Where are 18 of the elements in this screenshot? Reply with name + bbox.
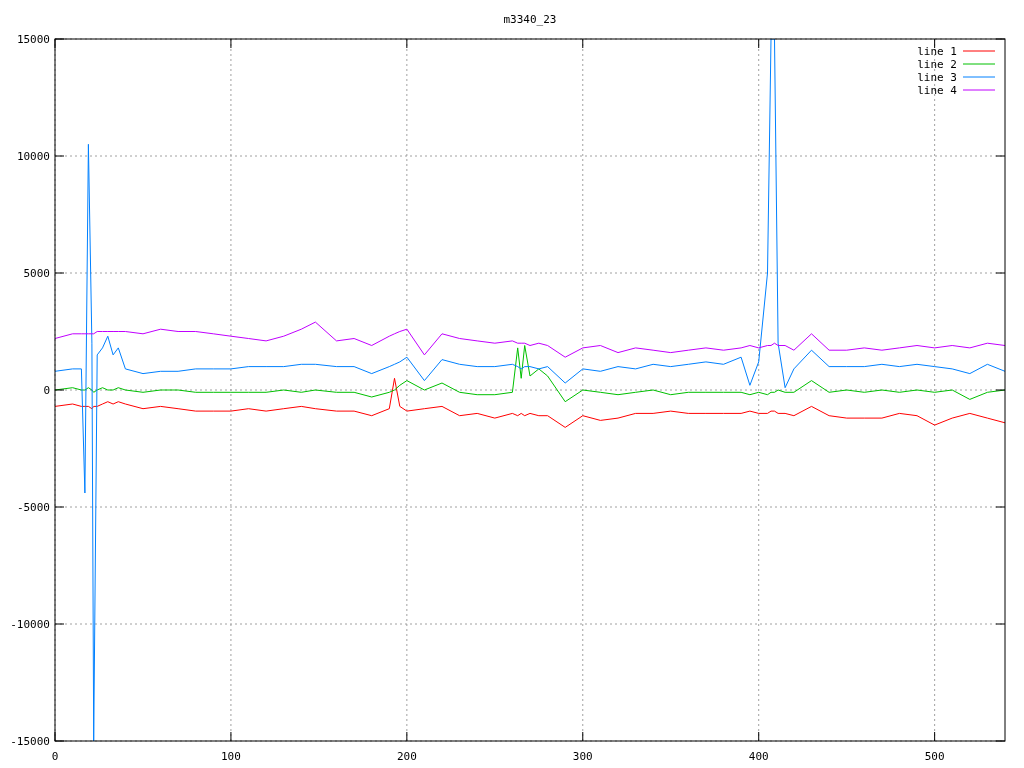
- y-tick-label: 5000: [23, 267, 50, 280]
- legend-label: line 3: [917, 71, 957, 84]
- x-tick-label: 500: [924, 750, 945, 763]
- x-tick-label: 200: [396, 750, 417, 763]
- x-tick-label: 0: [51, 750, 59, 763]
- x-tick-label: 300: [572, 750, 593, 763]
- y-tick-label: -15000: [10, 735, 50, 748]
- x-tick-label: 100: [221, 750, 241, 763]
- y-tick-label: -5000: [16, 501, 50, 514]
- y-tick-label: 0: [43, 384, 50, 397]
- y-tick-label: 10000: [16, 150, 50, 163]
- y-tick-label: 15000: [16, 33, 50, 46]
- chart-title: m3340_23: [503, 13, 557, 26]
- legend-label: line 2: [917, 58, 957, 71]
- x-tick-label: 400: [748, 750, 769, 763]
- legend-label: line 1: [917, 45, 957, 58]
- y-tick-label: -10000: [10, 618, 50, 631]
- legend-label: line 4: [917, 84, 957, 97]
